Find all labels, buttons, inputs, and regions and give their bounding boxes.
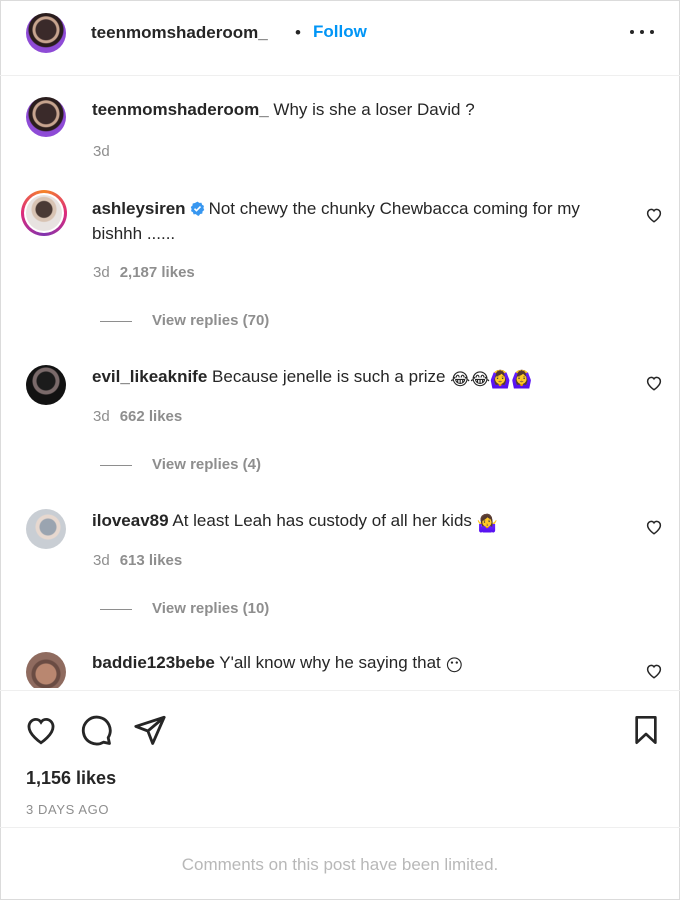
header-separator: • xyxy=(295,23,301,42)
comment-text: At least Leah has custody of all her kid… xyxy=(172,511,472,530)
comment-like-heart-icon[interactable] xyxy=(645,374,663,392)
comment-like-heart-icon[interactable] xyxy=(645,518,663,536)
comment-like-heart-icon[interactable] xyxy=(645,662,663,680)
bookmark-icon[interactable] xyxy=(630,713,662,747)
comment-time[interactable]: 3d xyxy=(93,264,110,281)
author-username[interactable]: teenmomshaderoom_ xyxy=(91,23,268,43)
comment-emoji: 🤷‍♀️ xyxy=(476,514,498,533)
commenter-avatar[interactable] xyxy=(26,365,66,405)
author-avatar[interactable] xyxy=(26,13,66,53)
view-replies-label: View replies (10) xyxy=(152,600,270,617)
commenter-username[interactable]: baddie123bebe xyxy=(92,653,215,672)
comments-limited-notice: Comments on this post have been limited. xyxy=(0,827,680,901)
post-likes-count[interactable]: 1,156 likes xyxy=(26,768,116,789)
view-replies-button[interactable]: View replies (10) xyxy=(100,600,269,617)
like-heart-icon[interactable] xyxy=(24,713,58,747)
caption-meta: 3d xyxy=(93,143,110,160)
commenter-username[interactable]: evil_likeaknife xyxy=(92,367,207,386)
post-actions: 1,156 likes 3 DAYS AGO xyxy=(0,690,680,828)
comments-list[interactable]: teenmomshaderoom_ Why is she a loser Dav… xyxy=(0,76,680,688)
comment-body: baddie123bebe Y'all know why he saying t… xyxy=(92,650,612,678)
comment-body: ashleysiren Not chewy the chunky Chewbacc… xyxy=(92,196,612,246)
caption-avatar[interactable] xyxy=(26,97,66,137)
comment-body: evil_likeaknife Because jenelle is such … xyxy=(92,364,612,392)
view-replies-label: View replies (70) xyxy=(152,312,270,329)
comment-likes[interactable]: 2,187 likes xyxy=(120,264,195,281)
replies-divider xyxy=(100,464,132,466)
comments-limited-text: Comments on this post have been limited. xyxy=(181,855,499,874)
story-ring[interactable] xyxy=(21,190,67,236)
comment-meta: 3d 613 likes xyxy=(93,552,182,569)
view-replies-button[interactable]: View replies (70) xyxy=(100,312,269,329)
more-options-icon[interactable] xyxy=(629,20,655,44)
commenter-username[interactable]: iloveav89 xyxy=(92,511,169,530)
comment-emoji: 😶 xyxy=(445,656,464,675)
comment-text: Because jenelle is such a prize xyxy=(212,367,446,386)
replies-divider xyxy=(100,608,132,610)
caption-time[interactable]: 3d xyxy=(93,143,110,160)
commenter-username[interactable]: ashleysiren xyxy=(92,199,186,218)
caption-username[interactable]: teenmomshaderoom_ xyxy=(92,100,269,119)
verified-badge-icon xyxy=(190,201,204,216)
comment-emoji: 😂😂🙆‍♀️🙆‍♀️ xyxy=(450,370,533,389)
share-icon[interactable] xyxy=(133,713,167,747)
post-header: teenmomshaderoom_ • Follow xyxy=(0,0,680,76)
comment-time[interactable]: 3d xyxy=(93,552,110,569)
caption-body: teenmomshaderoom_ Why is she a loser Dav… xyxy=(92,97,612,122)
commenter-avatar[interactable] xyxy=(26,509,66,549)
commenter-avatar xyxy=(26,195,62,231)
commenter-avatar[interactable] xyxy=(26,652,66,688)
comment-icon[interactable] xyxy=(79,713,113,747)
comment-text: Y'all know why he saying that xyxy=(219,653,441,672)
post-date[interactable]: 3 DAYS AGO xyxy=(26,802,109,817)
comment-meta: 3d 662 likes xyxy=(93,408,182,425)
replies-divider xyxy=(100,320,132,322)
follow-button[interactable]: Follow xyxy=(313,22,367,42)
view-replies-button[interactable]: View replies (4) xyxy=(100,456,261,473)
comment-time[interactable]: 3d xyxy=(93,408,110,425)
comment-likes[interactable]: 613 likes xyxy=(120,552,183,569)
caption-text: Why is she a loser David ? xyxy=(273,100,475,119)
view-replies-label: View replies (4) xyxy=(152,456,261,473)
comment-like-heart-icon[interactable] xyxy=(645,206,663,224)
comment-meta: 3d 2,187 likes xyxy=(93,264,195,281)
comment-body: iloveav89 At least Leah has custody of a… xyxy=(92,508,612,536)
comment-likes[interactable]: 662 likes xyxy=(120,408,183,425)
